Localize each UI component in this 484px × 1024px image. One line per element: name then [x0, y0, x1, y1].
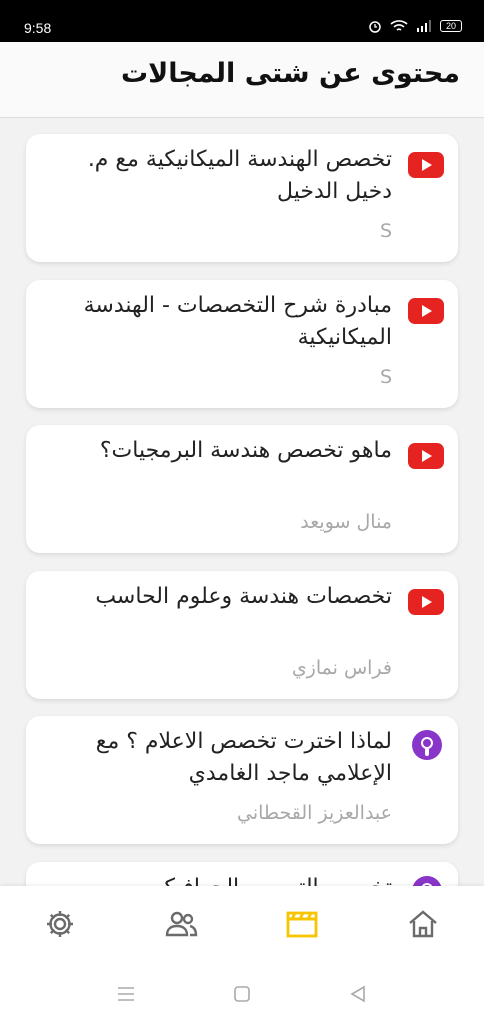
youtube-icon	[408, 589, 444, 615]
card-author: منال سويعد	[300, 511, 392, 533]
nav-home-button[interactable]	[403, 904, 443, 944]
system-nav-bar	[0, 960, 484, 1024]
content-card[interactable]: مبادرة شرح التخصصات - الهندسة الميكانيكي…	[26, 280, 458, 408]
content-list[interactable]: تخصص الهندسة الميكانيكية مع م. دخيل الدخ…	[0, 118, 484, 886]
podcast-icon	[412, 876, 442, 886]
card-title: تخصصات هندسة وعلوم الحاسب	[95, 584, 392, 609]
back-button[interactable]	[348, 984, 368, 1004]
content-card[interactable]: تخصص التصميم الجرافيكي	[26, 862, 458, 886]
people-icon	[165, 911, 198, 937]
signal-icon	[417, 20, 431, 32]
card-title: تخصص التصميم الجرافيكي	[42, 872, 392, 886]
battery-level: 20	[445, 21, 456, 31]
menu-icon	[118, 987, 134, 1001]
battery-icon: 20	[440, 20, 462, 32]
card-title: لماذا اخترت تخصص الاعلام ؟ مع الإعلامي م…	[95, 729, 392, 786]
nav-content-button[interactable]	[282, 904, 322, 944]
content-card[interactable]: تخصصات هندسة وعلوم الحاسب فراس نمازي	[26, 571, 458, 699]
alarm-icon	[369, 21, 381, 33]
wifi-icon	[390, 20, 408, 31]
status-icons: 20	[368, 19, 462, 33]
app-header: محتوى عن شتى المجالات	[0, 42, 484, 118]
content-card[interactable]: تخصص الهندسة الميكانيكية مع م. دخيل الدخ…	[26, 134, 458, 262]
youtube-icon	[408, 443, 444, 469]
recents-button[interactable]	[116, 984, 136, 1004]
content-card[interactable]: ماهو تخصص هندسة البرمجيات؟ منال سويعد	[26, 425, 458, 553]
nav-settings-button[interactable]	[40, 904, 80, 944]
status-time: 9:58	[24, 20, 52, 36]
clapperboard-icon	[286, 911, 318, 938]
card-title: مبادرة شرح التخصصات - الهندسة الميكانيكي…	[83, 293, 392, 350]
status-bar: 9:58 20	[0, 0, 484, 42]
gear-icon	[47, 911, 73, 937]
square-icon	[234, 986, 250, 1002]
back-triangle-icon	[350, 985, 365, 1003]
card-author: S	[379, 220, 392, 242]
home-icon	[409, 910, 437, 938]
card-author: فراس نمازي	[291, 657, 392, 679]
card-author: S	[379, 366, 392, 388]
content-card[interactable]: لماذا اخترت تخصص الاعلام ؟ مع الإعلامي م…	[26, 716, 458, 844]
bottom-nav	[0, 886, 484, 960]
home-system-button[interactable]	[232, 984, 252, 1004]
card-title: تخصص الهندسة الميكانيكية مع م. دخيل الدخ…	[87, 147, 392, 204]
youtube-icon	[408, 152, 444, 178]
card-author: عبدالعزيز القحطاني	[236, 802, 392, 824]
page-title: محتوى عن شتى المجالات	[120, 58, 460, 89]
youtube-icon	[408, 298, 444, 324]
podcast-icon	[412, 730, 442, 760]
nav-people-button[interactable]	[161, 904, 201, 944]
card-title: ماهو تخصص هندسة البرمجيات؟	[99, 438, 392, 463]
